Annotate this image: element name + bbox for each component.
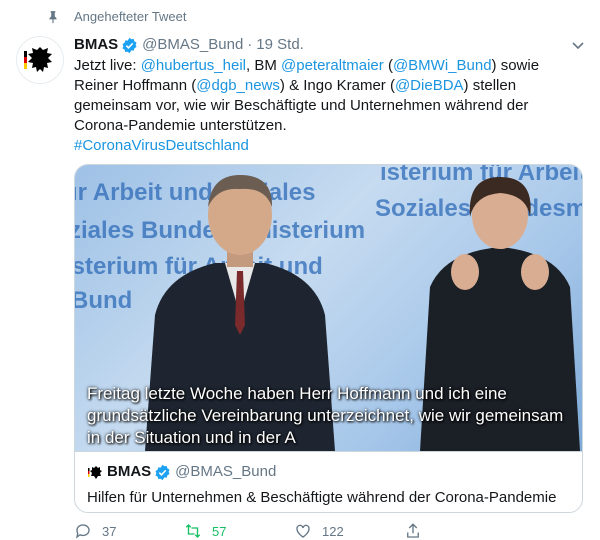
- backdrop-text: Bund: [75, 287, 133, 314]
- pin-icon: [49, 10, 57, 23]
- retweet-count: 57: [212, 523, 227, 539]
- separator-dot: ·: [247, 36, 253, 53]
- reply-icon: [75, 524, 90, 539]
- text-segment: , BM: [245, 57, 281, 74]
- avatar[interactable]: [16, 36, 64, 84]
- tweet-actions: 37 57 122: [74, 522, 514, 540]
- video-player[interactable]: isterium für Arbeit und für Arbeit und S…: [75, 165, 582, 451]
- media-card[interactable]: isterium für Arbeit und für Arbeit und S…: [74, 164, 583, 513]
- quoted-card-footer[interactable]: BMAS @BMAS_Bund Hilfen für Unternehmen &…: [75, 451, 582, 512]
- eagle-logo-icon: [88, 466, 102, 479]
- reply-count: 37: [102, 523, 117, 539]
- heart-icon: [296, 524, 310, 538]
- pinned-tweet-label: Angehefteter Tweet: [46, 9, 187, 24]
- mention-link[interactable]: @DieBDA: [395, 77, 464, 94]
- mention-link[interactable]: @BMWi_Bund: [393, 57, 492, 74]
- text-segment: ) & Ingo Kramer (: [279, 77, 395, 94]
- pinned-text: Angehefteter Tweet: [74, 9, 187, 24]
- text-segment: Jetzt live:: [74, 57, 141, 74]
- chevron-down-icon[interactable]: [570, 37, 586, 53]
- share-button[interactable]: [404, 522, 514, 540]
- eagle-logo-icon: [24, 47, 52, 72]
- author-name[interactable]: BMAS: [74, 35, 118, 55]
- verified-badge-icon: [155, 464, 170, 480]
- retweet-icon: [185, 524, 201, 538]
- author-handle[interactable]: @BMAS_Bund: [142, 35, 243, 55]
- tweet-timestamp[interactable]: 19 Std.: [256, 35, 304, 55]
- like-count: 122: [322, 523, 344, 539]
- mention-link[interactable]: @hubertus_heil: [141, 57, 246, 74]
- quoted-author: BMAS @BMAS_Bund: [87, 462, 570, 482]
- verified-badge-icon: [122, 37, 137, 53]
- text-segment: (: [383, 57, 393, 74]
- mention-link[interactable]: @dgb_news: [196, 77, 280, 94]
- tweet-header: BMAS @BMAS_Bund · 19 Std.: [74, 35, 586, 55]
- video-subtitle: Freitag letzte Woche haben Herr Hoffmann…: [87, 384, 564, 447]
- quoted-name: BMAS: [107, 463, 152, 480]
- hashtag-link[interactable]: #CoronaVirusDeutschland: [74, 137, 249, 154]
- tweet-text: Jetzt live: @hubertus_heil, BM @peteralt…: [74, 56, 586, 156]
- quoted-handle: @BMAS_Bund: [175, 463, 277, 480]
- reply-button[interactable]: 37: [74, 522, 184, 540]
- like-button[interactable]: 122: [294, 522, 404, 540]
- retweet-button[interactable]: 57: [184, 522, 294, 540]
- quoted-title: Hilfen für Unternehmen & Beschäftigte wä…: [87, 489, 557, 506]
- mention-link[interactable]: @peteraltmaier: [281, 57, 384, 74]
- share-icon: [407, 523, 419, 538]
